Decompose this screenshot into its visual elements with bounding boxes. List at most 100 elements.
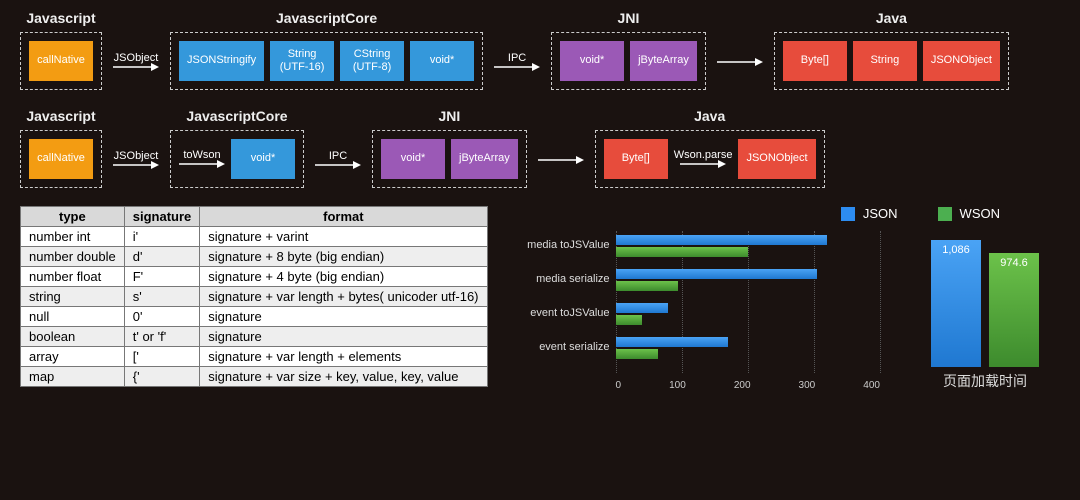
- chart-legend: JSON WSON: [506, 206, 1060, 221]
- table-cell: number double: [21, 247, 125, 267]
- dashed-container: Byte[]StringJSONObject: [774, 32, 1009, 90]
- table-cell: 0': [124, 307, 200, 327]
- flow-node: jByteArray: [451, 139, 518, 179]
- column-title: JavascriptCore: [276, 10, 377, 26]
- table-cell: number int: [21, 227, 125, 247]
- table-row: number floatF'signature + 4 byte (big en…: [21, 267, 488, 287]
- x-tick: 400: [863, 380, 880, 391]
- table-header: signature: [124, 207, 200, 227]
- table-cell: signature + var length + bytes( unicoder…: [200, 287, 487, 307]
- flow-arrow: [531, 132, 591, 188]
- inner-arrow: Wson.parse: [674, 149, 733, 169]
- table-cell: signature + varint: [200, 227, 487, 247]
- table-cell: array: [21, 347, 125, 367]
- hbar: [616, 281, 679, 291]
- flow-node: void*: [381, 139, 445, 179]
- column-title: Javascript: [26, 10, 95, 26]
- hbar: [616, 337, 728, 347]
- table-cell: {': [124, 367, 200, 387]
- swatch-wson: [938, 207, 952, 221]
- flow-node: callNative: [29, 41, 93, 81]
- table-row: strings'signature + var length + bytes( …: [21, 287, 488, 307]
- table-cell: signature + 8 byte (big endian): [200, 247, 487, 267]
- inner-arrow: toWson: [179, 149, 225, 169]
- flow-column: Javascript callNative: [20, 10, 102, 90]
- vbar-title: 页面加载时间: [943, 371, 1027, 391]
- hbar-category-label: event toJSValue: [506, 307, 610, 319]
- table-row: number doubled'signature + 8 byte (big e…: [21, 247, 488, 267]
- horizontal-bar-chart: media toJSValuemedia serializeevent toJS…: [506, 231, 890, 391]
- hbar: [616, 349, 659, 359]
- flow-column: JNI void*jByteArray: [372, 108, 527, 188]
- hbar: [616, 269, 818, 279]
- hbar: [616, 303, 669, 313]
- dashed-container: void*jByteArray: [372, 130, 527, 188]
- chart-row: media toJSValuemedia serializeevent toJS…: [506, 227, 1060, 391]
- flow-node: void*: [410, 41, 474, 81]
- dashed-container: toWsonvoid*: [170, 130, 304, 188]
- column-title: JNI: [438, 108, 460, 124]
- flow-column: Java Byte[]StringJSONObject: [774, 10, 1009, 90]
- table-row: array['signature + var length + elements: [21, 347, 488, 367]
- hbar: [616, 315, 642, 325]
- flow-column: JNIvoid*jByteArray: [551, 10, 706, 90]
- dashed-container: void*jByteArray: [551, 32, 706, 90]
- table-cell: signature: [200, 327, 487, 347]
- legend-json: JSON: [841, 206, 898, 221]
- hbar-category-label: event serialize: [506, 341, 610, 353]
- x-tick: 200: [734, 380, 751, 391]
- table-cell: string: [21, 287, 125, 307]
- table-cell: d': [124, 247, 200, 267]
- table-cell: signature + 4 byte (big endian): [200, 267, 487, 287]
- charts-area: JSON WSON media toJSValuemedia serialize…: [506, 206, 1060, 391]
- flow-row-1: JavascriptcallNativeJSObjectJavascriptCo…: [20, 10, 1060, 90]
- table-row: null0'signature: [21, 307, 488, 327]
- table-row: map{'signature + var size + key, value, …: [21, 367, 488, 387]
- flow-arrow: JSObject: [106, 34, 166, 90]
- flow-column: JavascriptCore JSONStringifyString(UTF-16…: [170, 10, 483, 90]
- flow-node: CString(UTF-8): [340, 41, 404, 81]
- swatch-json: [841, 207, 855, 221]
- x-tick: 0: [616, 380, 622, 391]
- flow-row-2: JavascriptcallNativeJSObjectJavascriptCo…: [20, 108, 1060, 188]
- x-tick: 300: [799, 380, 816, 391]
- flow-node: JSONStringify: [179, 41, 264, 81]
- flow-arrow: IPC: [487, 34, 547, 90]
- flow-node: callNative: [29, 139, 93, 179]
- table-cell: map: [21, 367, 125, 387]
- x-tick: 100: [669, 380, 686, 391]
- vbar: 1,086: [931, 240, 981, 367]
- flow-arrow: [710, 34, 770, 90]
- column-title: Java: [876, 10, 907, 26]
- table-cell: null: [21, 307, 125, 327]
- column-title: Java: [694, 108, 725, 124]
- table-cell: i': [124, 227, 200, 247]
- legend-wson-label: WSON: [960, 206, 1000, 221]
- table-cell: s': [124, 287, 200, 307]
- flow-column: Java Byte[] Wson.parseJSONObject: [595, 108, 825, 188]
- table-cell: boolean: [21, 327, 125, 347]
- flow-node: jByteArray: [630, 41, 697, 81]
- table-header: format: [200, 207, 487, 227]
- column-title: JavascriptCore: [186, 108, 287, 124]
- vbars: 1,086974.6: [931, 227, 1039, 367]
- bottom-area: typesignatureformatnumber inti'signature…: [20, 206, 1060, 391]
- flow-node: JSONObject: [738, 139, 815, 179]
- hbar-category-label: media toJSValue: [506, 239, 610, 251]
- flow-node: Byte[]: [604, 139, 668, 179]
- legend-json-label: JSON: [863, 206, 898, 221]
- dashed-container: callNative: [20, 130, 102, 188]
- flow-arrow: IPC: [308, 132, 368, 188]
- table-cell: signature + var size + key, value, key, …: [200, 367, 487, 387]
- table-row: number inti'signature + varint: [21, 227, 488, 247]
- x-axis-labels: 0 100 200 300 400: [616, 380, 880, 391]
- flow-column: JavascriptcallNative: [20, 108, 102, 188]
- flow-node: void*: [560, 41, 624, 81]
- flow-node: String(UTF-16): [270, 41, 334, 81]
- legend-wson: WSON: [938, 206, 1000, 221]
- hbar: [616, 247, 748, 257]
- signature-table: typesignatureformatnumber inti'signature…: [20, 206, 488, 387]
- hbar: [616, 235, 828, 245]
- table-cell: F': [124, 267, 200, 287]
- table-cell: number float: [21, 267, 125, 287]
